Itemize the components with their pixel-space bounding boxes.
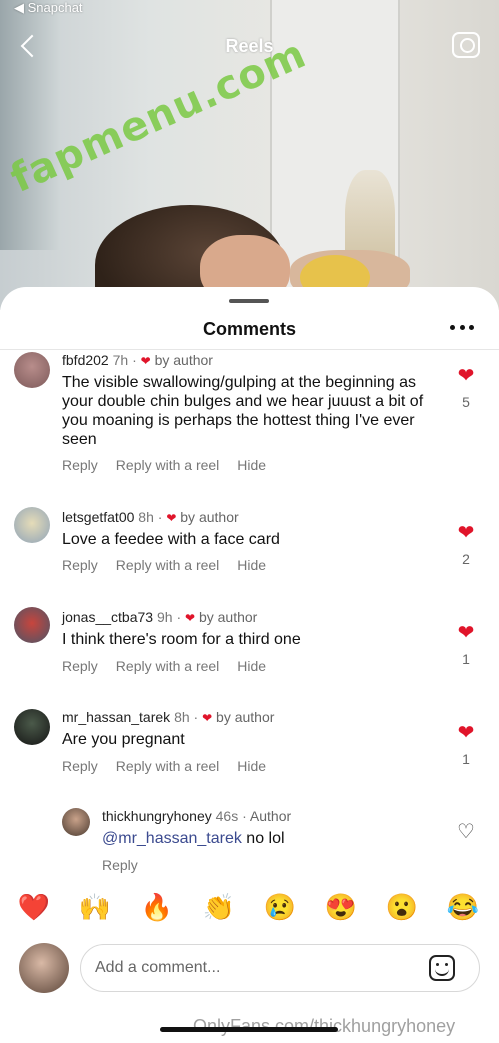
heart-icon[interactable]: ❤ xyxy=(455,623,477,643)
liked-by-author-label: by author xyxy=(154,352,213,368)
reply-with-reel-button[interactable]: Reply with a reel xyxy=(116,557,220,573)
more-horizontal-icon[interactable] xyxy=(450,325,474,335)
sheet-divider xyxy=(0,349,499,350)
reply-text: no lol xyxy=(241,830,285,847)
emoji-heart-eyes[interactable]: 😍 xyxy=(324,890,358,924)
comment-text: Love a feedee with a face card xyxy=(62,531,280,548)
camera-icon[interactable] xyxy=(452,32,480,58)
comment-username[interactable]: fbfd202 xyxy=(62,352,109,368)
back-to-app-link[interactable]: ◀ Snapchat xyxy=(14,0,83,16)
heart-icon: ❤ xyxy=(185,611,196,625)
hide-button[interactable]: Hide xyxy=(237,457,266,473)
author-badge: Author xyxy=(249,808,292,824)
reply-with-reel-button[interactable]: Reply with a reel xyxy=(116,658,220,674)
heart-icon[interactable]: ❤ xyxy=(455,366,477,386)
like-control: ❤ 1 xyxy=(455,623,477,667)
avatar xyxy=(19,943,69,993)
comment-composer xyxy=(80,944,480,992)
emoji-clap[interactable]: 👏 xyxy=(202,890,236,924)
reply-button[interactable]: Reply xyxy=(102,857,138,873)
heart-icon: ❤ xyxy=(202,711,213,725)
hide-button[interactable]: Hide xyxy=(237,557,266,573)
avatar[interactable] xyxy=(14,352,50,388)
like-control: ❤ 5 xyxy=(455,366,477,410)
avatar[interactable] xyxy=(14,607,50,643)
comment-meta: jonas__ctba73 9h · ❤ by author xyxy=(62,609,258,625)
mention-link[interactable]: @mr_hassan_tarek xyxy=(102,830,242,847)
hide-button[interactable]: Hide xyxy=(237,758,266,774)
reply-button[interactable]: Reply xyxy=(62,758,98,774)
like-count: 5 xyxy=(462,394,470,410)
emoji-crying[interactable]: 😢 xyxy=(263,890,297,924)
reply-button[interactable]: Reply xyxy=(62,557,98,573)
like-count: 1 xyxy=(462,751,470,767)
avatar[interactable] xyxy=(62,808,90,836)
comment-input[interactable] xyxy=(95,945,415,991)
emoji-surprised[interactable]: 😮 xyxy=(385,890,419,924)
comment-username[interactable]: thickhungryhoney xyxy=(102,808,212,824)
hide-button[interactable]: Hide xyxy=(237,658,266,674)
sheet-grabber[interactable] xyxy=(229,299,269,303)
home-indicator[interactable] xyxy=(160,1027,338,1032)
heart-outline-icon[interactable]: ♡ xyxy=(455,822,477,842)
sticker-icon[interactable] xyxy=(429,955,455,981)
comment-meta: fbfd202 7h · ❤ by author xyxy=(62,352,213,368)
comment-time: 8h xyxy=(174,709,190,725)
comment-actions: Reply xyxy=(102,857,156,873)
emoji-fire[interactable]: 🔥 xyxy=(140,890,174,924)
comment-time: 7h xyxy=(112,352,129,368)
page-title: Reels xyxy=(225,36,274,56)
like-control: ♡ xyxy=(455,822,477,842)
reply-button[interactable]: Reply xyxy=(62,457,98,473)
emoji-laughing[interactable]: 😂 xyxy=(446,890,480,924)
comment-time: 9h xyxy=(156,609,173,625)
avatar[interactable] xyxy=(14,709,50,745)
comment-text: I think there's room for a third one xyxy=(62,631,301,648)
emoji-reaction-bar: ❤️ 🙌 🔥 👏 😢 😍 😮 😂 xyxy=(0,890,499,930)
avatar[interactable] xyxy=(14,507,50,543)
reply-with-reel-button[interactable]: Reply with a reel xyxy=(116,758,220,774)
comment-meta: thickhungryhoney 46s · Author xyxy=(102,808,292,824)
liked-by-author-label: by author xyxy=(216,709,275,725)
sheet-title: Comments xyxy=(202,319,296,339)
comment-time: 46s xyxy=(215,808,239,824)
comment-time: 8h xyxy=(138,509,154,525)
comment-username[interactable]: letsgetfat00 xyxy=(62,509,134,525)
comment-meta: letsgetfat00 8h · ❤ by author xyxy=(62,509,239,525)
comment-text: Are you pregnant xyxy=(62,731,185,748)
like-count: 1 xyxy=(462,651,470,667)
reply-with-reel-button[interactable]: Reply with a reel xyxy=(116,457,220,473)
liked-by-author-label: by author xyxy=(180,509,239,525)
heart-icon: ❤ xyxy=(166,511,177,525)
reply-button[interactable]: Reply xyxy=(62,658,98,674)
emoji-raised-hands[interactable]: 🙌 xyxy=(78,890,112,924)
comment-username[interactable]: mr_hassan_tarek xyxy=(62,709,170,725)
like-control: ❤ 2 xyxy=(455,523,477,567)
comment-text: The visible swallowing/gulping at the be… xyxy=(62,374,424,448)
comment-text: @mr_hassan_tarek no lol xyxy=(102,829,432,848)
comment-actions: Reply Reply with a reel Hide xyxy=(62,658,284,674)
comment-actions: Reply Reply with a reel Hide xyxy=(62,758,284,774)
comment-username[interactable]: jonas__ctba73 xyxy=(62,609,153,625)
emoji-heart[interactable]: ❤️ xyxy=(17,890,51,924)
liked-by-author-label: by author xyxy=(198,609,258,625)
like-control: ❤ 1 xyxy=(455,723,477,767)
heart-icon: ❤ xyxy=(140,354,151,368)
like-count: 2 xyxy=(462,551,470,567)
heart-icon[interactable]: ❤ xyxy=(455,723,477,743)
heart-icon[interactable]: ❤ xyxy=(455,523,477,543)
comment-actions: Reply Reply with a reel Hide xyxy=(62,557,284,573)
comment-meta: mr_hassan_tarek 8h · ❤ by author xyxy=(62,709,275,725)
comment-actions: Reply Reply with a reel Hide xyxy=(62,457,284,473)
